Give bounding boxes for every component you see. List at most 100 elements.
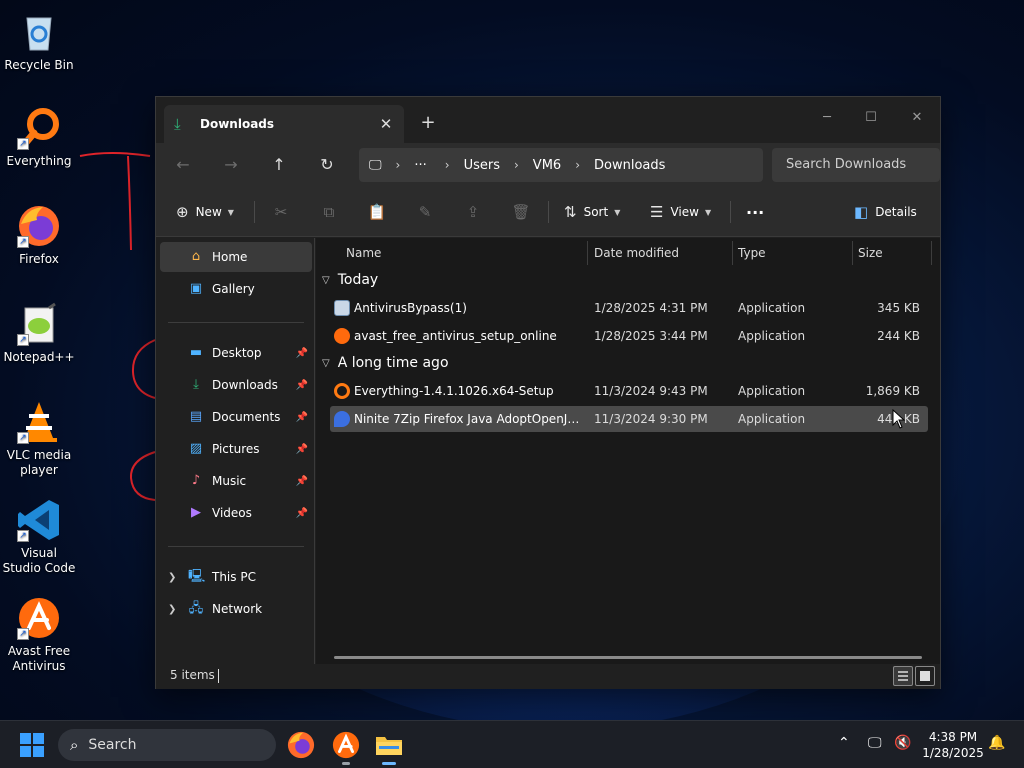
rename-icon[interactable]: ✎ <box>410 198 440 226</box>
forward-button[interactable]: → <box>216 151 246 179</box>
sort-button[interactable]: ⇅ Sort ▼ <box>564 198 620 226</box>
close-tab-icon[interactable]: ✕ <box>374 112 398 136</box>
back-button[interactable]: ← <box>168 151 198 179</box>
sidebar-item-downloads[interactable]: ⤓ Downloads 📌 <box>160 370 312 400</box>
column-header-size[interactable]: Size <box>858 238 883 268</box>
chevron-up-icon[interactable]: ⌃ <box>838 735 850 751</box>
file-explorer-window: ⤓ Downloads ✕ + ─ ☐ ✕ ← → ↑ ↻ 🖵 › ··· › … <box>155 96 941 689</box>
breadcrumb[interactable]: 🖵 › ··· › Users › VM6 › Downloads <box>359 148 763 182</box>
sidebar-item-desktop[interactable]: ▬ Desktop 📌 <box>160 338 312 368</box>
close-window-button[interactable]: ✕ <box>894 103 940 133</box>
delete-icon[interactable]: 🗑 <box>506 198 536 226</box>
taskbar-firefox[interactable] <box>285 729 317 761</box>
column-divider[interactable] <box>852 241 853 265</box>
taskbar: ⌕ Search ⌃ 🖵 🔇 4:38 PM 1/28/2025 🔔 <box>0 720 1024 768</box>
column-divider[interactable] <box>732 241 733 265</box>
taskbar-search[interactable]: ⌕ Search <box>58 729 276 761</box>
details-view-toggle[interactable] <box>893 666 913 686</box>
running-indicator <box>342 762 350 765</box>
up-button[interactable]: ↑ <box>264 151 294 179</box>
desktop-icon-notepadpp[interactable]: ↗ Notepad++ <box>2 302 76 365</box>
sidebar-item-videos[interactable]: ▶ Videos 📌 <box>160 498 312 528</box>
notification-bell-icon[interactable]: 🔔 <box>988 735 1005 751</box>
desktop-icon-firefox[interactable]: ↗ Firefox <box>2 204 76 267</box>
column-header-type[interactable]: Type <box>738 238 766 268</box>
sidebar-item-documents[interactable]: ▤ Documents 📌 <box>160 402 312 432</box>
search-input[interactable]: Search Downloads <box>772 148 940 182</box>
tiles-view-toggle[interactable] <box>915 666 935 686</box>
table-row[interactable]: Everything-1.4.1.1026.x64-Setup 11/3/202… <box>330 378 928 404</box>
chevron-right-icon[interactable]: ❯ <box>168 572 176 583</box>
desktop-icon-avast[interactable]: ↗ Avast Free Antivirus <box>2 596 76 674</box>
pin-icon[interactable]: 📌 <box>294 348 310 359</box>
sidebar-item-pictures[interactable]: ▨ Pictures 📌 <box>160 434 312 464</box>
avast-installer-icon <box>334 328 350 344</box>
pin-icon[interactable]: 📌 <box>294 476 310 487</box>
taskbar-avast[interactable] <box>330 729 362 765</box>
maximize-button[interactable]: ☐ <box>848 103 894 133</box>
tab-downloads[interactable]: ⤓ Downloads ✕ <box>164 105 404 143</box>
sidebar-item-this-pc[interactable]: ❯ 🖳 This PC <box>160 562 312 592</box>
copy-icon[interactable]: ⧉ <box>314 198 344 226</box>
new-button[interactable]: ⊕ New ▼ <box>176 198 234 226</box>
more-options-button[interactable]: ··· <box>746 198 764 226</box>
file-name: Everything-1.4.1.1026.x64-Setup <box>354 384 554 398</box>
sidebar-item-label: Gallery <box>212 282 255 296</box>
desktop-icon-recycle-bin[interactable]: Recycle Bin <box>2 10 76 73</box>
share-icon[interactable]: ⇪ <box>458 198 488 226</box>
table-row-selected[interactable]: Ninite 7Zip Firefox Java AdoptOpenJDK x.… <box>330 406 928 432</box>
taskbar-file-explorer[interactable] <box>373 729 405 765</box>
new-tab-button[interactable]: + <box>414 109 442 137</box>
sidebar-item-network[interactable]: ❯ 🖧 Network <box>160 594 312 624</box>
desktop-icon-vscode[interactable]: ↗ Visual Studio Code <box>2 498 76 576</box>
sidebar-item-home[interactable]: ⌂ Home <box>160 242 312 272</box>
pin-icon[interactable]: 📌 <box>294 380 310 391</box>
view-label: View <box>670 205 699 219</box>
pin-icon[interactable]: 📌 <box>294 444 310 455</box>
group-header-long-ago[interactable]: ▽ A long time ago <box>322 351 449 375</box>
minimize-button[interactable]: ─ <box>804 103 850 133</box>
details-button[interactable]: ◧ Details <box>854 198 917 226</box>
table-row[interactable]: AntivirusBypass(1) 1/28/2025 4:31 PM App… <box>330 295 928 321</box>
refresh-button[interactable]: ↻ <box>312 151 342 179</box>
desktop-icon-vlc[interactable]: ↗ VLC media player <box>2 400 76 478</box>
shortcut-arrow-icon: ↗ <box>17 530 29 542</box>
breadcrumb-overflow[interactable]: ··· <box>414 158 426 173</box>
system-clock[interactable]: 4:38 PM 1/28/2025 <box>918 729 988 761</box>
breadcrumb-vm6[interactable]: VM6 <box>533 158 561 173</box>
cut-icon[interactable]: ✂ <box>266 198 296 226</box>
ninite-installer-icon <box>334 411 350 427</box>
sidebar-item-music[interactable]: ♪ Music 📌 <box>160 466 312 496</box>
horizontal-scrollbar[interactable] <box>334 656 922 659</box>
table-row[interactable]: avast_free_antivirus_setup_online 1/28/2… <box>330 323 928 349</box>
column-header-date[interactable]: Date modified <box>594 238 679 268</box>
desktop-icon-label: VLC media player <box>6 448 72 477</box>
chevron-right-icon[interactable]: ❯ <box>168 604 176 615</box>
desktop-icon-everything[interactable]: ↗ Everything <box>2 106 76 169</box>
shortcut-arrow-icon: ↗ <box>17 334 29 346</box>
breadcrumb-downloads[interactable]: Downloads <box>594 158 665 173</box>
monitor-icon[interactable]: 🖵 <box>369 158 382 173</box>
videos-icon: ▶ <box>191 505 201 520</box>
pin-icon[interactable]: 📌 <box>294 508 310 519</box>
column-divider[interactable] <box>587 241 588 265</box>
sidebar-item-label: Home <box>212 250 248 264</box>
desktop-icon-label: Visual Studio Code <box>2 546 76 575</box>
desktop-icon-label: Avast Free Antivirus <box>7 644 71 673</box>
view-button[interactable]: ☰ View ▼ <box>650 198 711 226</box>
start-button[interactable] <box>20 733 44 757</box>
file-list: Name Date modified Type Size ▽ Today Ant… <box>316 238 940 664</box>
chevron-down-icon: ▼ <box>704 207 712 217</box>
pin-icon[interactable]: 📌 <box>294 412 310 423</box>
network-monitor-icon[interactable]: 🖵 <box>868 735 882 751</box>
sidebar-item-gallery[interactable]: ▣ Gallery <box>160 274 312 304</box>
column-divider[interactable] <box>931 241 932 265</box>
speaker-muted-icon[interactable]: 🔇 <box>894 735 911 751</box>
paste-icon[interactable]: 📋 <box>362 198 392 226</box>
firefox-icon <box>287 731 315 759</box>
column-header-name[interactable]: Name <box>346 238 381 268</box>
breadcrumb-users[interactable]: Users <box>464 158 500 173</box>
title-bar: ⤓ Downloads ✕ + ─ ☐ ✕ <box>156 97 940 143</box>
address-bar: ← → ↑ ↻ 🖵 › ··· › Users › VM6 › Download… <box>156 143 940 187</box>
group-header-today[interactable]: ▽ Today <box>322 268 378 292</box>
